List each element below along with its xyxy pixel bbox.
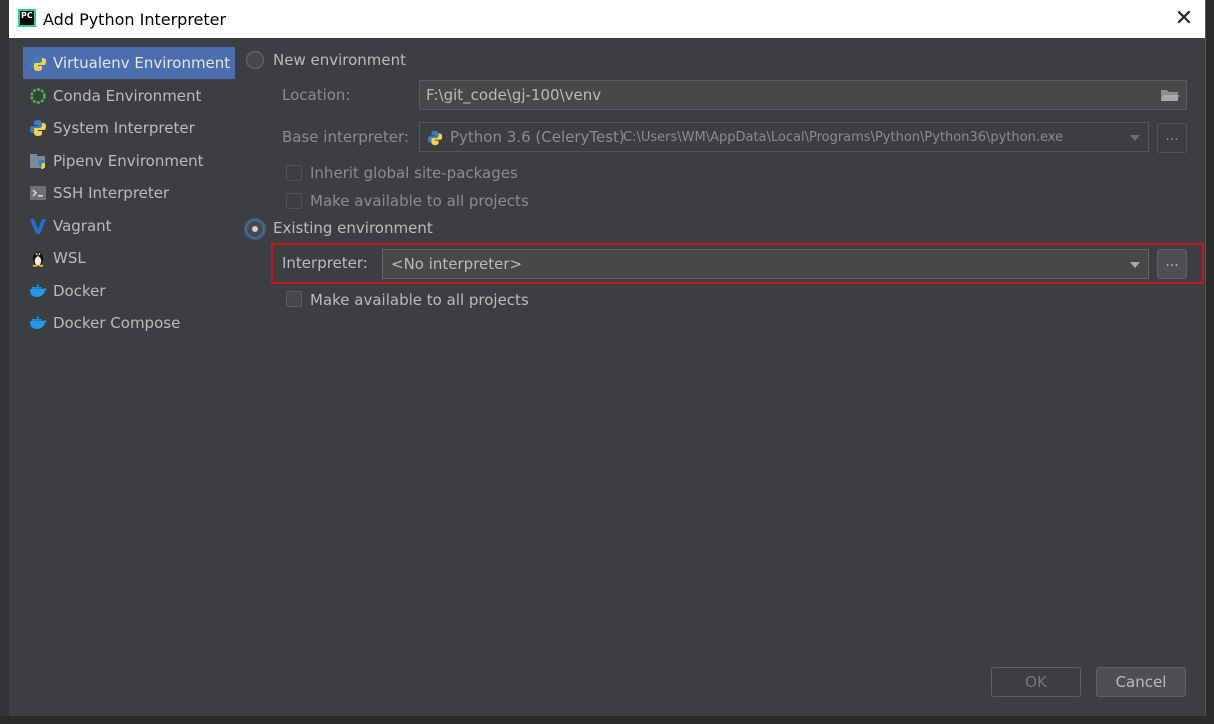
interpreter-value: <No interpreter>: [391, 255, 523, 273]
sidebar-item-label: Docker Compose: [53, 314, 181, 332]
sidebar-item-vagrant[interactable]: Vagrant: [23, 210, 235, 242]
interpreter-type-list: Virtualenv Environment Conda Environment…: [23, 47, 235, 340]
sidebar-item-virtualenv[interactable]: Virtualenv Environment: [23, 47, 235, 79]
sidebar-item-label: Conda Environment: [53, 86, 202, 105]
interpreter-label: Interpreter:: [282, 254, 368, 272]
add-python-interpreter-dialog: PC Add Python Interpreter ✕ Virtualenv E…: [9, 0, 1206, 716]
sidebar-item-docker-compose[interactable]: Docker Compose: [23, 307, 235, 339]
location-value: F:\git_code\gj-100\venv: [426, 86, 602, 104]
base-interpreter-name: Python 3.6 (CeleryTest): [450, 128, 625, 146]
python-icon: [427, 130, 443, 150]
ok-button[interactable]: OK: [991, 667, 1081, 697]
sidebar-item-label: Vagrant: [53, 216, 112, 235]
base-interpreter-label: Base interpreter:: [282, 128, 409, 146]
interpreter-browse-button[interactable]: ...: [1157, 249, 1187, 279]
pycharm-app-icon: PC: [18, 9, 36, 27]
sidebar-item-label: System Interpreter: [53, 119, 195, 137]
title-bar: PC Add Python Interpreter ✕: [9, 0, 1205, 38]
inherit-site-packages-label: Inherit global site-packages: [310, 164, 518, 182]
chevron-down-icon[interactable]: [1130, 135, 1140, 141]
sidebar-item-docker[interactable]: Docker: [23, 275, 235, 307]
vagrant-icon: [29, 217, 47, 235]
new-environment-radio[interactable]: [246, 51, 264, 69]
inherit-site-packages-checkbox[interactable]: [286, 165, 302, 181]
docker-compose-icon: [29, 314, 47, 332]
close-button[interactable]: ✕: [1171, 6, 1197, 32]
existing-environment-label: Existing environment: [273, 219, 433, 237]
sidebar-item-wsl[interactable]: WSL: [23, 242, 235, 274]
new-env-make-available-checkbox[interactable]: [286, 193, 302, 209]
interpreter-combobox[interactable]: <No interpreter>: [382, 249, 1149, 279]
existing-env-make-available-label: Make available to all projects: [310, 291, 529, 309]
sidebar-item-label: Docker: [53, 281, 106, 300]
linux-penguin-icon: [29, 249, 47, 267]
base-interpreter-browse-button[interactable]: ...: [1157, 123, 1187, 153]
ide-background-left: [0, 0, 9, 724]
conda-icon: [29, 87, 47, 105]
sidebar-item-label: WSL: [53, 249, 86, 267]
base-interpreter-path: C:\Users\WM\AppData\Local\Programs\Pytho…: [623, 130, 1064, 145]
cancel-button[interactable]: Cancel: [1096, 667, 1186, 697]
location-label: Location:: [282, 86, 351, 104]
folder-icon[interactable]: [1160, 87, 1180, 107]
existing-environment-radio[interactable]: [246, 220, 264, 238]
new-environment-label: New environment: [273, 51, 407, 69]
sidebar-item-ssh[interactable]: SSH Interpreter: [23, 177, 235, 209]
existing-env-make-available-checkbox[interactable]: [286, 291, 302, 307]
virtualenv-icon: [29, 54, 47, 72]
sidebar-item-label: SSH Interpreter: [53, 184, 170, 202]
ide-background-bottom: [0, 716, 1214, 724]
ssh-icon: [29, 184, 47, 202]
sidebar-item-pipenv[interactable]: Pipenv Environment: [23, 145, 235, 177]
new-env-make-available-label: Make available to all projects: [310, 192, 529, 210]
pipenv-icon: [29, 152, 47, 170]
sidebar-item-label: Virtualenv Environment: [53, 54, 231, 72]
sidebar-item-label: Pipenv Environment: [53, 151, 204, 170]
docker-icon: [29, 282, 47, 300]
dialog-title: Add Python Interpreter: [43, 10, 227, 29]
sidebar-item-conda[interactable]: Conda Environment: [23, 80, 235, 112]
chevron-down-icon[interactable]: [1130, 262, 1140, 268]
python-icon: [29, 119, 47, 137]
sidebar-item-system[interactable]: System Interpreter: [23, 112, 235, 144]
location-field[interactable]: F:\git_code\gj-100\venv: [419, 80, 1187, 110]
base-interpreter-combobox[interactable]: Python 3.6 (CeleryTest) C:\Users\WM\AppD…: [419, 122, 1149, 152]
ide-background-right: [1205, 0, 1214, 724]
